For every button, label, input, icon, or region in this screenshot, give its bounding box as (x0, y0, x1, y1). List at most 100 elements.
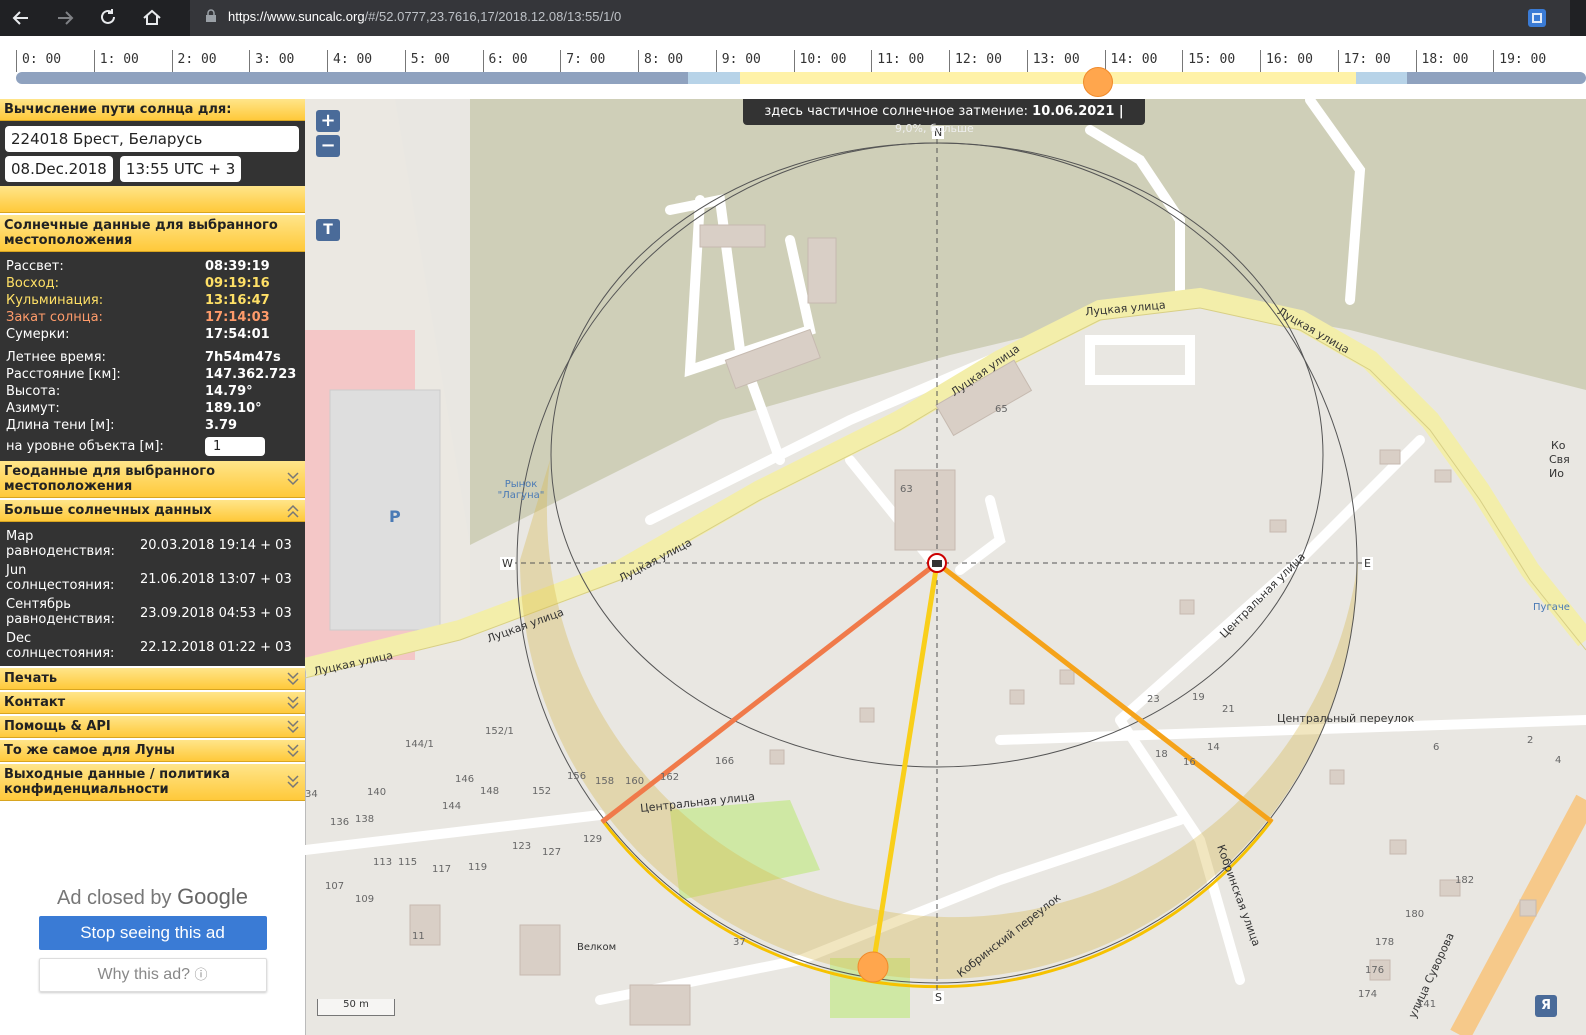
hour-label: 17: 00 (1343, 52, 1391, 67)
map-svg (305, 99, 1586, 1035)
time-input[interactable]: 13:55 UTC + 3 (119, 156, 242, 182)
sun-row-label: Закат солнца: (6, 310, 103, 325)
hour-label: 1: 00 (99, 52, 139, 67)
house-number: 37 (733, 937, 746, 948)
house-number: 19 (1192, 692, 1205, 703)
sun-row-label: Расстояние [км]: (6, 367, 121, 382)
zoom-in-button[interactable]: + (316, 110, 340, 132)
house-number: 117 (432, 864, 452, 875)
sun-row: Сумерки: 17:54:01 (0, 326, 305, 343)
hour-tick (871, 50, 873, 72)
sun-row-label: Сумерки: (6, 327, 70, 342)
map-area-field (395, 99, 1586, 545)
menu-item[interactable]: Помощь & API (0, 716, 305, 738)
why-ad-button[interactable]: Why this ad? ⓘ (38, 958, 267, 992)
sun-row-label: Рассвет: (6, 259, 64, 274)
more-header[interactable]: Больше солнечных данных (0, 500, 305, 522)
sun-row-value: 17:54:01 (205, 327, 270, 342)
menu-item[interactable]: Печать (0, 668, 305, 690)
compass-west: W (500, 557, 515, 570)
house-number: 18 (1155, 749, 1168, 760)
sun-row-label: Кульминация: (6, 293, 104, 308)
menu-item[interactable]: Контакт (0, 692, 305, 714)
sun-position-marker (857, 951, 889, 983)
chevron-down-icon (287, 472, 299, 486)
sun-row-value: 08:39:19 (205, 259, 270, 274)
chevron-up-icon (287, 504, 299, 518)
back-icon[interactable] (8, 5, 34, 31)
sun-row-value: 09:19:16 (205, 276, 270, 291)
date-input[interactable]: 08.Dec.2018 (5, 156, 113, 182)
hour-label: 2: 00 (177, 52, 217, 67)
chevron-down-icon (287, 775, 299, 789)
hour-tick (1182, 50, 1184, 72)
scale-bar: 50 m (317, 999, 395, 1016)
object-level-input[interactable]: 1 (205, 437, 265, 456)
hour-tick (16, 50, 17, 72)
hour-label: 15: 00 (1188, 52, 1236, 67)
sun-data-block: Рассвет: 08:39:19 Восход: 09:19:16 Кульминац… (0, 252, 305, 461)
menu-item[interactable]: Выходные данные / политика конфиденциаль… (0, 764, 305, 801)
map-canvas[interactable]: N S E W Луцкая улица Луцкая улица Луцкая… (305, 99, 1586, 1035)
extension-icon[interactable] (1526, 7, 1548, 29)
house-number: 148 (480, 786, 500, 797)
house-number: 166 (715, 756, 735, 767)
sun-row-value: 7h54m47s (205, 350, 281, 365)
menu-item[interactable]: То же самое для Луны (0, 740, 305, 762)
forward-icon[interactable] (52, 5, 78, 31)
dawn-segment (688, 72, 740, 84)
address-bar[interactable]: https://www.suncalc.org/#/52.0777,23.761… (190, 0, 1570, 36)
yandex-logo: Я (1535, 995, 1557, 1017)
house-number: 138 (355, 814, 375, 825)
home-icon[interactable] (139, 5, 165, 31)
event-value: 23.09.2018 04:53 + 03 (140, 605, 292, 621)
geo-header[interactable]: Геоданные для выбранного местоположения (0, 461, 305, 498)
chevron-down-icon (287, 719, 299, 733)
house-number: 127 (542, 847, 562, 858)
hour-label: 7: 00 (566, 52, 606, 67)
house-number: 152 (532, 786, 552, 797)
event-value: 21.06.2018 13:07 + 03 (140, 571, 292, 587)
map-suvorova-road (1450, 794, 1586, 1035)
house-number: 119 (468, 862, 488, 873)
hour-tick (482, 50, 484, 72)
chevron-down-icon (287, 671, 299, 685)
house-number: 23 (1147, 694, 1160, 705)
hour-tick (560, 50, 562, 72)
hour-label: 16: 00 (1266, 52, 1313, 67)
hour-label: 13: 00 (1032, 52, 1080, 67)
time-handle[interactable] (1083, 67, 1113, 97)
location-input[interactable]: 224018 Брест, Беларусь (5, 126, 299, 152)
house-number: 141 (1417, 999, 1437, 1010)
daylight-bar[interactable] (16, 72, 1586, 84)
time-slider[interactable]: 0: 00 1: 00 2: 00 3: 00 4: 00 5: 00 6: 00 7: 00… (0, 36, 1586, 99)
house-number: 144 (442, 801, 462, 812)
browser-toolbar: https://www.suncalc.org/#/52.0777,23.761… (0, 0, 1586, 36)
hour-label: 9: 00 (721, 52, 761, 67)
chevron-down-icon (287, 695, 299, 709)
stop-ad-button[interactable]: Stop seeing this ad (38, 916, 267, 950)
sun-row-label: Летнее время: (6, 350, 106, 365)
hour-label: 12: 00 (955, 52, 1002, 67)
text-toggle-button[interactable]: T (316, 219, 340, 241)
zoom-out-button[interactable]: − (316, 135, 340, 157)
house-number: 115 (398, 857, 418, 868)
house-number: 140 (367, 787, 387, 798)
event-row: Мар равноденствия: 20.03.2018 19:14 + 03 (0, 528, 305, 562)
sun-row-label: Азимут: (6, 401, 60, 416)
sun-row-value: 189.10° (205, 401, 262, 416)
sun-row-value: 17:14:03 (205, 310, 270, 325)
parking-icon: P (389, 507, 401, 526)
reload-icon[interactable] (95, 5, 121, 31)
eclipse-extra: 9,0%, больше (895, 122, 974, 135)
object-level-label: на уровне объекта [м]: (6, 439, 164, 454)
house-number: 6 (1433, 742, 1440, 753)
info-icon: ⓘ (194, 967, 208, 982)
house-number: 123 (512, 841, 532, 852)
house-number: 144/1 (405, 739, 434, 750)
sun-data-header: Солнечные данные для выбранного местопол… (0, 215, 305, 252)
house-number: 16 (1183, 757, 1196, 768)
ad-box: Ad closed by Google Stop seeing this ad … (0, 876, 305, 1035)
house-number: 14 (1207, 742, 1220, 753)
house-number: 158 (595, 776, 615, 787)
